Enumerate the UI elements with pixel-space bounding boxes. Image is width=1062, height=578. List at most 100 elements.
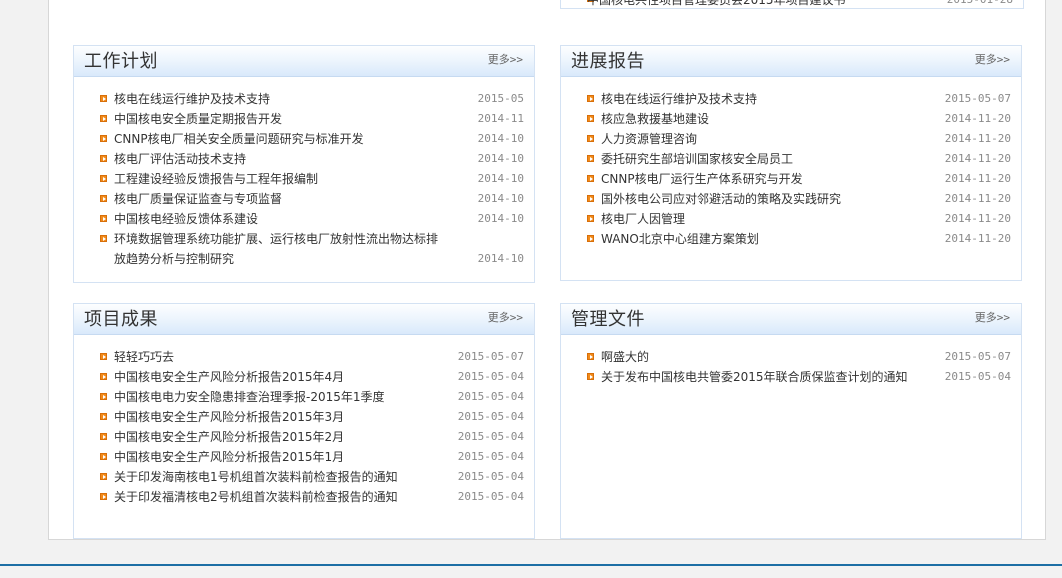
project-results-item-date: 2015-05-04: [457, 370, 524, 383]
progress-report-item-date: 2014-11-20: [944, 172, 1011, 185]
project-results-item-date: 2015-05-04: [457, 450, 524, 463]
bullet-arrow-icon: [587, 235, 594, 242]
bullet-arrow-icon: [100, 215, 107, 222]
bullet-arrow-icon: [587, 115, 594, 122]
project-results-item-link[interactable]: 中国核电安全生产风险分析报告2015年4月: [114, 367, 442, 387]
bullet-arrow-icon: [587, 373, 594, 380]
progress-report-item-link[interactable]: CNNP核电厂运行生产体系研究与开发: [601, 169, 929, 189]
list-item: 委托研究生部培训国家核安全局员工 2014-11-20: [561, 149, 1021, 169]
list-item: 中国核电安全生产风险分析报告2015年2月 2015-05-04: [74, 427, 534, 447]
progress-report-item-link[interactable]: 核电在线运行维护及技术支持: [601, 89, 929, 109]
work-plan-item-date: 2014-10: [477, 212, 524, 225]
list-item: 核电在线运行维护及技术支持 2015-05-07: [561, 89, 1021, 109]
work-plan-item-date: 2014-10: [477, 152, 524, 165]
work-plan-item-link[interactable]: 核电厂评估活动技术支持: [114, 149, 442, 169]
previous-panel-fragment: 中国核电共性项目管理委员会2015年项目建议书 2015-01-28: [560, 0, 1024, 9]
progress-report-item-date: 2015-05-07: [944, 92, 1011, 105]
work-plan-item-date: 2014-10: [477, 172, 524, 185]
work-plan-panel: 工作计划 更多>> 核电在线运行维护及技术支持 2015-05 中国核电安全质量…: [73, 45, 535, 283]
project-results-item-link[interactable]: 关于印发福清核电2号机组首次装料前检查报告的通知: [114, 487, 442, 507]
project-results-more-link[interactable]: 更多>>: [488, 311, 523, 325]
project-results-item-link[interactable]: 中国核电电力安全隐患排查治理季报-2015年1季度: [114, 387, 442, 407]
bullet-arrow-icon: [100, 175, 107, 182]
list-item: 工程建设经验反馈报告与工程年报编制 2014-10: [74, 169, 534, 189]
progress-report-item-link[interactable]: 核应急救援基地建设: [601, 109, 929, 129]
management-documents-item-link[interactable]: 关于发布中国核电共管委2015年联合质保监查计划的通知: [601, 367, 929, 387]
work-plan-item-date: 2015-05: [477, 92, 524, 105]
bullet-arrow-icon: [587, 195, 594, 202]
work-plan-more-link[interactable]: 更多>>: [488, 53, 523, 67]
bottom-divider: [0, 564, 1062, 578]
work-plan-item-link[interactable]: 环境数据管理系统功能扩展、运行核电厂放射性流出物达标排放趋势分析与控制研究: [114, 229, 442, 269]
list-item: 中国核电经验反馈体系建设 2014-10: [74, 209, 534, 229]
progress-report-panel: 进展报告 更多>> 核电在线运行维护及技术支持 2015-05-07 核应急救援…: [560, 45, 1022, 281]
bullet-arrow-icon: [100, 453, 107, 460]
list-item: 关于印发海南核电1号机组首次装料前检查报告的通知 2015-05-04: [74, 467, 534, 487]
list-item: CNNP核电厂相关安全质量问题研究与标准开发 2014-10: [74, 129, 534, 149]
work-plan-item-date: 2014-11: [477, 112, 524, 125]
bullet-arrow-icon: [100, 235, 107, 242]
bullet-arrow-icon: [100, 195, 107, 202]
list-item: 国外核电公司应对邻避活动的策略及实践研究 2014-11-20: [561, 189, 1021, 209]
work-plan-item-date: 2014-10: [477, 192, 524, 205]
project-results-item-date: 2015-05-04: [457, 390, 524, 403]
list-item: 中国核电电力安全隐患排查治理季报-2015年1季度 2015-05-04: [74, 387, 534, 407]
work-plan-item-link[interactable]: 核电在线运行维护及技术支持: [114, 89, 442, 109]
progress-report-list: 核电在线运行维护及技术支持 2015-05-07 核应急救援基地建设 2014-…: [561, 89, 1021, 249]
progress-report-more-link[interactable]: 更多>>: [975, 53, 1010, 67]
list-item: 人力资源管理咨询 2014-11-20: [561, 129, 1021, 149]
project-results-item-date: 2015-05-04: [457, 430, 524, 443]
project-results-list: 轻轻巧巧去 2015-05-07 中国核电安全生产风险分析报告2015年4月 2…: [74, 347, 534, 507]
management-documents-panel: 管理文件 更多>> 啊盛大的 2015-05-07 关于发布中国核电共管委201…: [560, 303, 1022, 539]
project-results-panel: 项目成果 更多>> 轻轻巧巧去 2015-05-07 中国核电安全生产风险分析报…: [73, 303, 535, 539]
work-plan-item-date: 2014-10: [477, 252, 524, 265]
work-plan-item-link[interactable]: 中国核电安全质量定期报告开发: [114, 109, 442, 129]
work-plan-item-link[interactable]: 核电厂质量保证监查与专项监督: [114, 189, 442, 209]
progress-report-item-link[interactable]: 委托研究生部培训国家核安全局员工: [601, 149, 929, 169]
list-item: 核应急救援基地建设 2014-11-20: [561, 109, 1021, 129]
bullet-arrow-icon: [587, 215, 594, 222]
bullet-arrow-icon: [100, 473, 107, 480]
list-item: 核电厂质量保证监查与专项监督 2014-10: [74, 189, 534, 209]
list-item: 关于印发福清核电2号机组首次装料前检查报告的通知 2015-05-04: [74, 487, 534, 507]
work-plan-item-link[interactable]: CNNP核电厂相关安全质量问题研究与标准开发: [114, 129, 442, 149]
project-results-item-date: 2015-05-04: [457, 410, 524, 423]
list-item: 啊盛大的 2015-05-07: [561, 347, 1021, 367]
list-item: 关于发布中国核电共管委2015年联合质保监查计划的通知 2015-05-04: [561, 367, 1021, 387]
project-results-item-link[interactable]: 中国核电安全生产风险分析报告2015年2月: [114, 427, 442, 447]
bullet-arrow-icon: [100, 433, 107, 440]
management-documents-item-link[interactable]: 啊盛大的: [601, 347, 929, 367]
progress-report-item-link[interactable]: 核电厂人因管理: [601, 209, 929, 229]
project-results-item-date: 2015-05-04: [457, 470, 524, 483]
list-item: 核电厂评估活动技术支持 2014-10: [74, 149, 534, 169]
management-documents-more-link[interactable]: 更多>>: [975, 311, 1010, 325]
project-results-item-link[interactable]: 中国核电安全生产风险分析报告2015年1月: [114, 447, 442, 467]
project-results-item-link[interactable]: 中国核电安全生产风险分析报告2015年3月: [114, 407, 442, 427]
bullet-arrow-icon: [587, 155, 594, 162]
bullet-arrow-icon: [587, 353, 594, 360]
progress-report-item-link[interactable]: WANO北京中心组建方案策划: [601, 229, 929, 249]
list-item: 核电厂人因管理 2014-11-20: [561, 209, 1021, 229]
project-results-item-date: 2015-05-07: [457, 350, 524, 363]
progress-report-item-date: 2014-11-20: [944, 152, 1011, 165]
project-results-item-link[interactable]: 轻轻巧巧去: [114, 347, 442, 367]
work-plan-list: 核电在线运行维护及技术支持 2015-05 中国核电安全质量定期报告开发 201…: [74, 89, 534, 269]
bullet-arrow-icon: [587, 95, 594, 102]
work-plan-header: 工作计划 更多>>: [74, 46, 534, 77]
page: 中国核电共性项目管理委员会2015年项目建议书 2015-01-28 工作计划 …: [0, 0, 1062, 578]
work-plan-item-link[interactable]: 工程建设经验反馈报告与工程年报编制: [114, 169, 442, 189]
bullet-arrow-icon: [587, 135, 594, 142]
bullet-arrow-icon: [100, 373, 107, 380]
bullet-arrow-icon: [100, 115, 107, 122]
project-results-item-link[interactable]: 关于印发海南核电1号机组首次装料前检查报告的通知: [114, 467, 442, 487]
bullet-arrow-icon: [100, 95, 107, 102]
list-item: WANO北京中心组建方案策划 2014-11-20: [561, 229, 1021, 249]
progress-report-item-date: 2014-11-20: [944, 112, 1011, 125]
bullet-arrow-icon: [100, 353, 107, 360]
list-item: 中国核电安全质量定期报告开发 2014-11: [74, 109, 534, 129]
progress-report-item-date: 2014-11-20: [944, 192, 1011, 205]
progress-report-item-link[interactable]: 人力资源管理咨询: [601, 129, 929, 149]
work-plan-item-link[interactable]: 中国核电经验反馈体系建设: [114, 209, 442, 229]
progress-report-item-link[interactable]: 国外核电公司应对邻避活动的策略及实践研究: [601, 189, 929, 209]
progress-report-item-date: 2014-11-20: [944, 212, 1011, 225]
